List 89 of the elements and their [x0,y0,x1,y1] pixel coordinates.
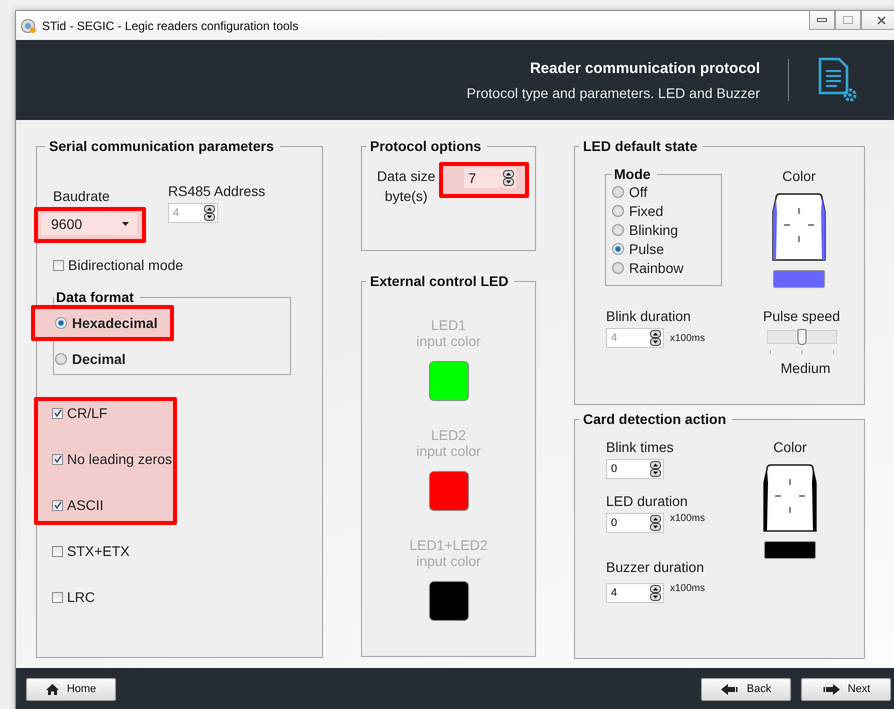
minimize-button[interactable] [809,11,835,30]
checkbox-label: Bidirectional mode [68,257,184,273]
unit-label: byte(s) [384,188,428,204]
right-arrow-icon [822,684,840,694]
dropdown-caret-icon [122,222,129,226]
panel-title: Card detection action [582,411,728,427]
led-sublabel: input color [416,333,481,349]
panel-title: Protocol options [369,138,482,154]
radio-label: Fixed [629,203,664,219]
led-label: LED1+LED2 [409,537,488,553]
unit-label: x100ms [670,332,706,344]
maximize-icon [843,16,853,24]
rs485-address-label: RS485 Address [168,183,266,199]
spinner-arrows-icon[interactable] [650,585,661,601]
radio-button[interactable] [612,224,624,236]
checkbox[interactable] [53,260,64,270]
buzzer-duration-label: Buzzer duration [606,559,706,575]
led-label: LED1 [430,317,466,333]
spinner-arrows-icon[interactable] [650,515,661,531]
color-swatch[interactable] [428,471,468,511]
app-logo-icon [20,18,36,34]
checkbox-label: No leading zeros [67,451,172,467]
color-label: Color [782,168,816,184]
close-icon [876,16,886,24]
radio-label: Decimal [72,351,126,367]
number-spinner[interactable]: 7 [464,168,516,188]
checkbox[interactable] [52,500,63,510]
blink-duration-label: Blink duration [606,308,692,324]
pulse-speed-label: Pulse speed [763,308,840,324]
document-gear-icon [817,57,859,103]
reader-device-drawing [772,192,826,262]
radio-button[interactable] [612,205,624,217]
checkbox-label: STX+ETX [67,543,130,559]
pulse-speed-slider[interactable] [766,330,837,344]
slider-thumb[interactable] [797,329,806,345]
checkbox[interactable] [52,454,63,464]
number-spinner[interactable]: 0 [606,513,664,533]
checkbox-label: ASCII [67,497,104,513]
panel-title: LED default state [582,138,698,154]
next-button[interactable]: Next [801,678,891,700]
color-swatch[interactable] [428,361,468,401]
radio-label: Pulse [629,241,664,257]
checkbox-label: CR/LF [67,405,108,421]
color-swatch[interactable] [428,581,468,621]
blink-times-label: Blink times [606,439,675,455]
checkbox[interactable] [52,408,63,418]
panel-title: External control LED [369,273,510,289]
back-button[interactable]: Back [701,678,791,700]
panel-title: Serial communication parameters [48,138,275,154]
led-label: LED2 [430,427,466,443]
color-bar[interactable] [764,541,816,559]
led-sublabel: input color [416,443,481,459]
number-spinner[interactable]: 0 [606,459,664,479]
radio-button[interactable] [55,353,67,365]
unit-label: x100ms [670,513,706,524]
header-subtitle: Protocol type and parameters. LED and Buzzer [466,84,760,100]
color-label: Color [773,439,807,455]
color-bar[interactable] [773,270,825,288]
led-sublabel: input color [416,553,481,569]
data-size-label: Data size [377,168,436,184]
header-title: Reader communication protocol [530,60,760,76]
home-icon [46,684,59,694]
baudrate-label: Baudrate [53,188,111,204]
radio-button[interactable] [612,262,624,274]
radio-label: Rainbow [629,260,684,276]
group-title: Mode [613,166,652,182]
radio-button[interactable] [612,186,624,198]
led-duration-label: LED duration [606,493,689,509]
baudrate-dropdown[interactable]: 9600 [41,213,137,235]
unit-label: x100ms [670,583,706,594]
spinner-arrows-icon[interactable] [650,461,661,477]
radio-button[interactable] [55,317,67,329]
radio-label: Hexadecimal [72,315,158,331]
close-button[interactable] [861,11,894,30]
number-spinner[interactable]: 4 [606,583,664,603]
spinner-arrows-icon[interactable] [503,170,514,186]
window-title: STid - SEGIC - Legic readers configuration tools [42,18,300,32]
checkbox-label: LRC [67,589,96,605]
home-button[interactable]: Home [26,678,116,700]
radio-label: Blinking [629,222,678,238]
left-arrow-icon [720,684,739,694]
minimize-icon [817,18,827,22]
pulse-speed-reading: Medium [780,360,830,376]
group-title: Data format [55,289,135,305]
checkbox[interactable] [52,592,63,602]
radio-button[interactable] [612,243,624,255]
radio-label: Off [629,184,648,200]
checkbox[interactable] [52,546,63,556]
reader-device-drawing [763,463,817,533]
